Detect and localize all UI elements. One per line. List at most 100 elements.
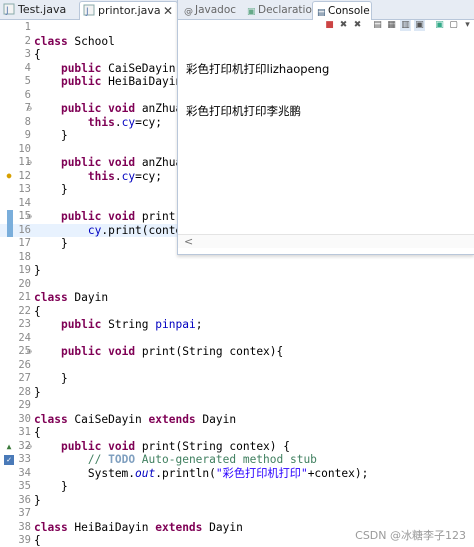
fold-collapse-icon[interactable]: ⊖ <box>27 210 32 224</box>
tab-declaration[interactable]: ▣ Declaration <box>243 1 319 20</box>
line-number: 23 <box>18 318 31 330</box>
line-number: 14 <box>18 196 31 209</box>
code-line[interactable]: 27 } <box>0 372 474 386</box>
line-number: 21 <box>18 291 31 303</box>
code-line[interactable]: 24 <box>0 332 474 346</box>
line-number: 8 <box>24 115 31 128</box>
editor-tab-bar: J Test.java Jprintor.java ✕ <box>0 0 178 20</box>
code-line[interactable]: 32 ⊖ ▲ public void print(String contex) { <box>0 440 474 454</box>
show-console-icon[interactable]: ▣ <box>414 20 425 31</box>
remove-launch-icon[interactable]: ✖ <box>338 20 349 31</box>
line-number: 39 <box>18 534 31 546</box>
code-text: } <box>34 480 68 493</box>
warning-lightbulb-icon[interactable]: ● <box>4 171 14 181</box>
code-line[interactable]: 31{ <box>0 426 474 440</box>
tab-label: Javadoc <box>195 4 237 16</box>
code-line[interactable]: 21 class Dayin <box>0 291 474 305</box>
code-line[interactable]: 37 <box>0 507 474 521</box>
fold-collapse-icon[interactable]: ⊖ <box>27 156 32 170</box>
line-number: 34 <box>18 466 31 479</box>
code-line[interactable]: 35 } <box>0 480 474 494</box>
at-icon: @ <box>184 7 193 17</box>
line-number: 24 <box>18 331 31 344</box>
code-text: public void anZhua <box>60 156 183 169</box>
fold-collapse-icon[interactable]: ⊖ <box>27 102 32 116</box>
code-line[interactable]: 25 ⊖ public void print(String contex){ <box>0 345 474 359</box>
remove-all-icon[interactable]: ✖ <box>352 20 363 31</box>
line-number: 28 <box>18 385 31 398</box>
code-text: } <box>34 237 68 250</box>
declaration-icon: ▣ <box>247 7 256 17</box>
close-icon[interactable]: ✕ <box>163 2 173 20</box>
tab-label: printor.java <box>98 4 161 17</box>
tab-test-java[interactable]: J Test.java <box>0 1 76 20</box>
tab-label: Test.java <box>18 3 67 16</box>
tab-console[interactable]: ▤ Console <box>312 1 372 20</box>
line-number: 27 <box>18 372 31 384</box>
line-number: 37 <box>18 507 31 519</box>
code-text: class CaiSeDayin extends Dayin <box>34 412 237 426</box>
code-text: } <box>34 264 41 277</box>
code-text: class Dayin <box>34 291 109 304</box>
pin-console-icon[interactable]: ▣ <box>434 20 445 31</box>
terminate-icon[interactable]: ■ <box>324 20 335 31</box>
code-line[interactable]: 19} <box>0 264 474 278</box>
code-text: cy.print(conte <box>87 223 183 237</box>
code-text: { <box>34 534 41 547</box>
watermark: CSDN @冰糖李子123 <box>355 529 466 542</box>
code-text: { <box>34 304 41 318</box>
code-line[interactable]: 29 <box>0 399 474 413</box>
line-number: 20 <box>18 277 31 290</box>
line-number: 5 <box>24 75 31 87</box>
code-text: public String pinpai; <box>60 318 203 331</box>
word-wrap-icon[interactable]: ▥ <box>400 20 411 31</box>
console-tab-bar: @ Javadoc ▣ Declaration ▤ Console <box>178 0 474 20</box>
code-text: public HeiBaiDayin <box>60 75 183 88</box>
line-number: 30 <box>18 412 31 425</box>
open-console-icon[interactable]: ▢ <box>448 20 459 31</box>
tab-printor-java[interactable]: Jprintor.java ✕ <box>79 1 178 20</box>
scroll-left-icon[interactable]: < <box>184 235 193 248</box>
tab-label: Console <box>328 5 370 17</box>
code-text: } <box>34 129 68 142</box>
console-toolbar: ■ ✖ ✖ ▤ ▦ ▥ ▣ ▣ ▢ ▾ <box>178 20 474 32</box>
code-text: public void anZhua <box>60 102 183 115</box>
code-line[interactable]: 30 class CaiSeDayin extends Dayin <box>0 413 474 427</box>
line-number: 17 <box>18 237 31 249</box>
line-number: 38 <box>18 520 31 533</box>
line-number: 22 <box>18 304 31 317</box>
override-marker-icon[interactable]: ▲ <box>4 442 14 452</box>
java-file-icon: J <box>83 4 95 16</box>
line-number: 2 <box>24 34 31 47</box>
code-text: this.cy=cy; <box>87 169 163 183</box>
chevron-down-icon[interactable]: ▾ <box>462 20 473 31</box>
code-text: // TODO Auto-generated method stub <box>87 453 317 466</box>
code-line[interactable]: 36} <box>0 494 474 508</box>
task-marker-icon[interactable]: ✓ <box>4 455 14 465</box>
code-line[interactable]: 34 System.out.println("彩色打印机打印"+contex); <box>0 467 474 481</box>
line-number: 35 <box>18 480 31 492</box>
code-line[interactable]: 23 public String pinpai; <box>0 318 474 332</box>
code-line[interactable]: 26 <box>0 359 474 373</box>
code-text: System.out.println("彩色打印机打印"+contex); <box>34 466 369 480</box>
code-line[interactable]: 33 ✓ // TODO Auto-generated method stub <box>0 453 474 467</box>
fold-collapse-icon[interactable]: ⊖ <box>27 345 32 359</box>
line-number: 31 <box>18 426 31 438</box>
code-text: public void print( <box>60 210 183 223</box>
line-number: 36 <box>18 493 31 506</box>
code-line[interactable]: 28} <box>0 386 474 400</box>
fold-collapse-icon[interactable]: ⊖ <box>27 440 32 454</box>
code-text: this.cy=cy; <box>87 115 163 129</box>
code-text: } <box>34 183 68 196</box>
line-number: 6 <box>24 88 31 101</box>
tab-javadoc[interactable]: @ Javadoc <box>180 1 236 20</box>
code-line[interactable]: 20 <box>0 278 474 292</box>
scroll-lock-icon[interactable]: ▦ <box>386 20 397 31</box>
code-line[interactable]: 22{ <box>0 305 474 319</box>
code-text: class School <box>34 34 115 48</box>
horizontal-scrollbar[interactable]: < <box>178 234 474 248</box>
clear-console-icon[interactable]: ▤ <box>372 20 383 31</box>
svg-text:J: J <box>5 6 9 15</box>
code-text: { <box>34 426 41 439</box>
console-line: 彩色打印机打印李兆鹏 <box>186 104 301 118</box>
